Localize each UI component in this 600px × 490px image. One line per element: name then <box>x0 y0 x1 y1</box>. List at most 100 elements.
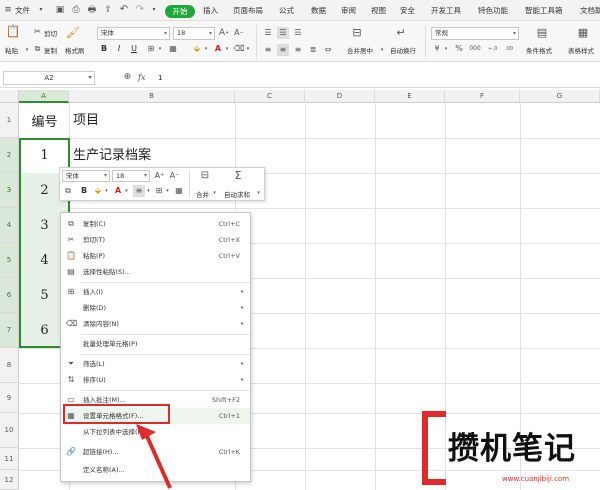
tab-developer[interactable]: 开发工具 <box>431 2 461 19</box>
menu-icon[interactable]: ≡ <box>3 5 13 15</box>
mini-border-dropdown-icon[interactable]: ▾ <box>165 187 170 195</box>
save-icon[interactable]: ▣ <box>54 4 66 16</box>
grow-font-icon[interactable]: A + <box>218 27 230 39</box>
column-header-c[interactable]: C <box>235 90 305 103</box>
mini-grow-font-icon[interactable]: A + <box>154 170 165 181</box>
menu-item-clear[interactable]: ⌫ 清除内容(N) ▸ <box>61 316 250 332</box>
file-dropdown-icon[interactable]: ▾ <box>37 6 45 14</box>
mini-autosum-button[interactable]: 自动求和 <box>224 189 250 199</box>
table-style-icon[interactable]: ▦ <box>576 25 590 39</box>
bold-icon[interactable]: B <box>99 44 109 54</box>
row-header-1[interactable]: 1 <box>0 103 19 138</box>
tab-review[interactable]: 审阅 <box>341 2 356 19</box>
font-color-dropdown-icon[interactable]: ▾ <box>224 45 230 53</box>
conditional-format-icon[interactable]: ▤ <box>535 25 549 39</box>
mini-format-painter-icon[interactable]: ⧉ <box>63 186 73 196</box>
copy-button[interactable]: 复制 <box>44 45 57 55</box>
align-center-icon[interactable]: ≡ <box>277 44 289 56</box>
merge-dropdown-icon[interactable]: ▾ <box>379 46 385 54</box>
merge-cells-icon[interactable]: ⊟ <box>350 25 364 39</box>
tab-insert[interactable]: 插入 <box>203 2 218 19</box>
row-header-11[interactable]: 11 <box>0 448 19 470</box>
increase-decimal-icon[interactable]: ←.0 <box>487 44 499 54</box>
menu-item-paste-special[interactable]: ▤ 选择性粘贴(S)... <box>61 264 250 280</box>
fill-color-icon[interactable]: ⬙ <box>192 44 202 54</box>
copy-icon[interactable]: ⧉ <box>33 44 42 53</box>
cell-a1[interactable]: 编号 <box>20 103 69 138</box>
align-bottom-icon[interactable]: ☰ <box>292 27 304 39</box>
row-header-2[interactable]: 2 <box>0 138 19 173</box>
mini-shrink-font-icon[interactable]: A − <box>169 170 180 181</box>
quick-access-dropdown-icon[interactable]: ▾ <box>150 4 158 16</box>
name-box[interactable]: A2 <box>3 71 95 85</box>
mini-font-color-icon[interactable]: A <box>113 186 123 196</box>
currency-icon[interactable]: ¥ <box>432 44 442 54</box>
scissors-icon[interactable]: ✂ <box>33 27 42 36</box>
format-painter-button[interactable]: 格式刷 <box>65 45 85 55</box>
column-header-a[interactable]: A <box>19 90 69 103</box>
undo-icon[interactable]: ↶ <box>118 4 130 16</box>
border-icon[interactable]: ⊞ <box>146 44 156 54</box>
underline-icon[interactable]: U <box>129 44 139 54</box>
row-header-6[interactable]: 6 <box>0 278 19 313</box>
fill-dropdown-icon[interactable]: ▾ <box>203 45 209 53</box>
mini-border-icon[interactable]: ⊞ <box>154 186 164 196</box>
zoom-icon[interactable]: ⊕ <box>122 72 133 83</box>
tab-smart-toolbox[interactable]: 智能工具箱 <box>525 2 563 19</box>
paste-button[interactable]: 粘贴 <box>5 45 18 55</box>
tab-home[interactable]: 开始 <box>165 5 195 18</box>
fx-label[interactable]: fx <box>138 71 145 85</box>
print-icon[interactable]: 🖶 <box>86 4 98 16</box>
percent-icon[interactable]: % <box>454 44 464 54</box>
mini-merge-icon[interactable]: ⊟ <box>199 170 211 182</box>
cut-button[interactable]: 剪切 <box>44 28 57 38</box>
tab-page-layout[interactable]: 页面布局 <box>233 2 263 19</box>
justify-icon[interactable]: ≣ <box>307 44 319 56</box>
menu-item-paste[interactable]: 📋 粘贴(P) Ctrl+V <box>61 248 250 264</box>
align-left-icon[interactable]: ≡ <box>262 44 274 56</box>
tab-file[interactable]: 文件 <box>15 2 30 19</box>
row-header-3[interactable]: 3 <box>0 173 19 208</box>
mini-fill-dropdown-icon[interactable]: ▾ <box>104 187 109 195</box>
select-all-corner[interactable] <box>0 90 19 103</box>
row-header-12[interactable]: 12 <box>0 470 19 490</box>
mini-align-dropdown-icon[interactable]: ▾ <box>146 187 151 195</box>
eraser-icon[interactable]: ⌫ <box>233 44 244 54</box>
conditional-format-button[interactable]: 条件格式 <box>526 45 552 55</box>
tab-view[interactable]: 视图 <box>371 2 386 19</box>
font-color-icon[interactable]: A <box>213 44 223 54</box>
table-style-button[interactable]: 表格样式 <box>568 45 594 55</box>
row-header-8[interactable]: 8 <box>0 348 19 383</box>
mini-merge-dropdown-icon[interactable]: ▾ <box>212 189 217 197</box>
menu-item-delete[interactable]: 删除(D) ▸ <box>61 300 250 316</box>
paste-icon[interactable]: 📋 <box>6 24 21 38</box>
row-header-7[interactable]: 7 <box>0 313 19 348</box>
name-box-dropdown-icon[interactable]: ▾ <box>86 73 94 83</box>
cell-style-icon[interactable]: ▦ <box>168 44 178 54</box>
menu-item-cut[interactable]: ✂ 剪切(T) Ctrl+X <box>61 232 250 248</box>
paste-dropdown-icon[interactable]: ▾ <box>24 46 30 54</box>
font-name-select[interactable]: 宋体 ▾ <box>97 27 170 40</box>
shrink-font-icon[interactable]: A − <box>233 27 245 39</box>
mini-bold-icon[interactable]: B <box>79 186 89 196</box>
mini-font-size-select[interactable]: 18 ▾ <box>112 170 150 182</box>
menu-item-sort[interactable]: ⇅ 排序(U) ▸ <box>61 372 250 388</box>
align-top-icon[interactable]: ☰ <box>262 27 274 39</box>
mini-font-name-select[interactable]: 宋体 ▾ <box>62 170 110 182</box>
sigma-icon[interactable]: Σ <box>232 169 244 181</box>
row-header-10[interactable]: 10 <box>0 413 19 448</box>
mini-merge-button[interactable]: 合并 <box>196 189 209 199</box>
print-preview-icon[interactable]: ⎙ <box>70 4 82 16</box>
font-size-select[interactable]: 18 ▾ <box>173 27 215 40</box>
menu-item-insert[interactable]: ⊞ 插入(I) ▸ <box>61 284 250 300</box>
column-header-d[interactable]: D <box>305 90 375 103</box>
tab-doc-assistant[interactable]: 文档助 <box>580 2 600 19</box>
row-header-5[interactable]: 5 <box>0 243 19 278</box>
column-header-g[interactable]: G <box>520 90 600 103</box>
format-painter-icon[interactable]: 🖌 <box>66 25 80 39</box>
column-header-f[interactable]: F <box>445 90 520 103</box>
menu-item-batch[interactable]: 批量处理单元格(P) <box>61 336 250 352</box>
menu-item-copy[interactable]: ⧉ 复制(C) Ctrl+C <box>61 216 250 232</box>
border-dropdown-icon[interactable]: ▾ <box>157 45 163 53</box>
column-header-b[interactable]: B <box>69 90 235 103</box>
